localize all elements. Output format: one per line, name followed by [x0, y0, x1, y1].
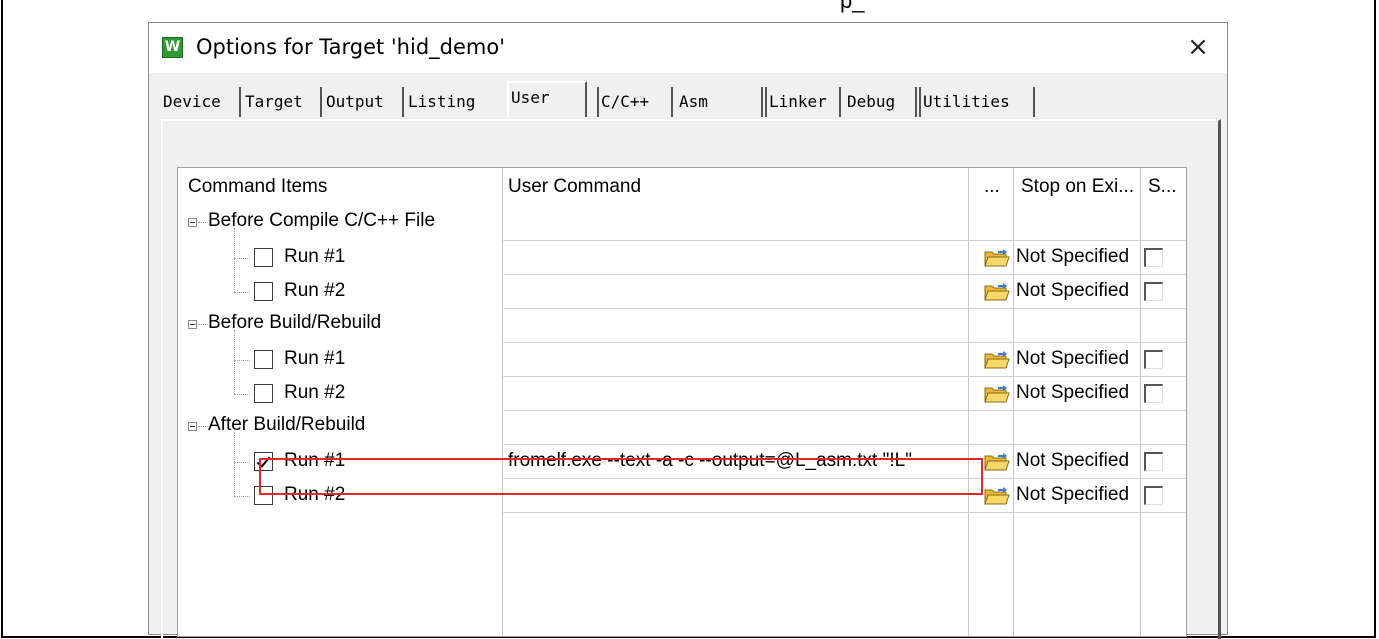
tree-item-row[interactable]: Run #2 Not Specified	[178, 360, 1186, 410]
column-header-stop-on-exit[interactable]: Stop on Exi...	[1021, 168, 1137, 206]
stop-on-exit-value[interactable]: Not Specified	[1016, 382, 1129, 404]
keil-uvision-icon: W	[162, 37, 183, 58]
s-checkbox[interactable]	[1144, 350, 1163, 369]
run-checkbox[interactable]	[254, 384, 273, 403]
run-checkbox[interactable]	[254, 282, 273, 301]
tab-asm[interactable]: Asm	[677, 87, 763, 117]
tab-cpp[interactable]: C/C++	[597, 87, 673, 117]
stop-on-exit-value[interactable]: Not Specified	[1016, 246, 1129, 268]
tab-listing[interactable]: Listing	[406, 87, 498, 117]
tree-item-row[interactable]: Run #1 Not Specified	[178, 228, 1186, 274]
tree-collapse-icon[interactable]	[188, 320, 197, 329]
folder-open-icon[interactable]	[984, 248, 1010, 268]
folder-open-icon[interactable]	[984, 452, 1010, 472]
s-checkbox[interactable]	[1144, 282, 1163, 301]
run-checkbox[interactable]	[254, 248, 273, 267]
tree-group-row[interactable]: Before Build/Rebuild	[178, 308, 1186, 342]
column-header-command-items[interactable]: Command Items	[188, 168, 498, 206]
folder-open-icon[interactable]	[984, 350, 1010, 370]
item-label: Run #1	[284, 348, 346, 369]
tab-debug[interactable]: Debug	[845, 87, 917, 117]
tree-connector	[234, 394, 250, 395]
row-separator	[502, 512, 1186, 513]
s-checkbox[interactable]	[1144, 384, 1163, 403]
dialog-titlebar: W Options for Target 'hid_demo' ×	[149, 23, 1227, 73]
tab-linker[interactable]: Linker	[765, 87, 841, 117]
tree-connector	[234, 360, 235, 394]
s-checkbox[interactable]	[1144, 248, 1163, 267]
tree-group-row[interactable]: After Build/Rebuild	[178, 410, 1186, 444]
tree-collapse-icon[interactable]	[188, 422, 197, 431]
tree-connector	[234, 462, 250, 463]
highlight-annotation	[259, 458, 983, 495]
page-top-partial-text: p_	[840, 0, 865, 13]
tree-connector	[198, 426, 208, 427]
s-checkbox[interactable]	[1144, 452, 1163, 471]
tree-connector	[198, 222, 208, 223]
tree-connector	[234, 360, 250, 361]
dialog-title: Options for Target 'hid_demo'	[196, 35, 505, 59]
tree-item-row[interactable]: Run #2 Not Specified	[178, 258, 1186, 308]
group-label: After Build/Rebuild	[208, 414, 366, 435]
user-command-grid: Command Items User Command ... Stop on E…	[177, 167, 1187, 637]
user-tab-panel: Command Items User Command ... Stop on E…	[161, 119, 1221, 639]
options-dialog: W Options for Target 'hid_demo' × Device…	[148, 22, 1228, 639]
tree-connector	[234, 330, 235, 360]
group-label: Before Compile C/C++ File	[208, 210, 436, 231]
column-header-s[interactable]: S...	[1148, 168, 1184, 206]
tab-utilities[interactable]: Utilities	[919, 87, 1035, 117]
folder-open-icon[interactable]	[984, 282, 1010, 302]
tree-connector	[234, 496, 250, 497]
tree-connector	[234, 462, 235, 496]
folder-open-icon[interactable]	[984, 384, 1010, 404]
stop-on-exit-value[interactable]: Not Specified	[1016, 280, 1129, 302]
stop-on-exit-value[interactable]: Not Specified	[1016, 484, 1129, 506]
column-header-browse[interactable]: ...	[984, 168, 1010, 206]
tree-connector	[234, 258, 250, 259]
item-label: Run #1	[284, 246, 346, 267]
column-header-user-command[interactable]: User Command	[508, 168, 963, 206]
stop-on-exit-value[interactable]: Not Specified	[1016, 348, 1129, 370]
tree-connector	[234, 258, 235, 292]
stop-on-exit-value[interactable]: Not Specified	[1016, 450, 1129, 472]
tree-connector	[234, 292, 250, 293]
tab-target[interactable]: Target	[243, 87, 322, 117]
tab-device[interactable]: Device	[161, 87, 241, 117]
tree-item-row[interactable]: Run #1 Not Specified	[178, 330, 1186, 376]
item-label: Run #2	[284, 382, 346, 403]
close-icon[interactable]: ×	[1183, 31, 1213, 63]
tree-connector	[234, 228, 235, 258]
s-checkbox[interactable]	[1144, 486, 1163, 505]
tree-group-row[interactable]: Before Compile C/C++ File	[178, 206, 1186, 240]
tree-connector	[234, 432, 235, 462]
tab-strip: Device Target Output Listing User C/C++ …	[161, 81, 1061, 119]
tree-collapse-icon[interactable]	[188, 218, 197, 227]
item-label: Run #2	[284, 280, 346, 301]
tab-user[interactable]: User	[507, 81, 587, 117]
tab-output[interactable]: Output	[324, 87, 404, 117]
run-checkbox[interactable]	[254, 350, 273, 369]
tree-connector	[198, 324, 208, 325]
folder-open-icon[interactable]	[984, 486, 1010, 506]
